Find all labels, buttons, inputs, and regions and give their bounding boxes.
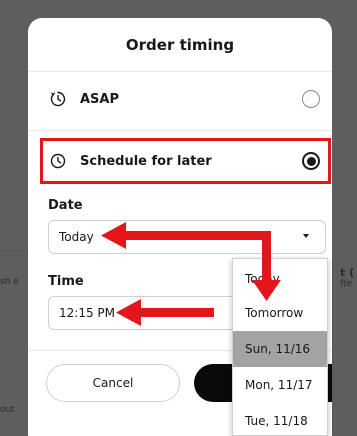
background-text: out: [0, 405, 15, 415]
option-asap-label: ASAP: [80, 92, 120, 107]
divider: [28, 130, 332, 131]
time-label: Time: [48, 274, 84, 289]
dropdown-option[interactable]: Mon, 11/17: [233, 367, 327, 403]
radio-asap[interactable]: [302, 90, 320, 108]
dropdown-option[interactable]: Today: [233, 261, 327, 297]
background-text: fte: [340, 279, 353, 289]
time-select-value: 12:15 PM: [59, 306, 115, 320]
modal-title: Order timing: [125, 36, 235, 54]
dropdown-option-highlighted[interactable]: Sun, 11/16: [233, 331, 327, 367]
date-select[interactable]: Today: [48, 220, 326, 254]
background-divider: [0, 250, 28, 251]
cancel-button[interactable]: Cancel: [46, 364, 180, 402]
annotation-highlight-box: [40, 138, 331, 184]
date-dropdown-list: Today Tomorrow Sun, 11/16 Mon, 11/17 Tue…: [232, 258, 328, 436]
dropdown-option[interactable]: Tomorrow: [233, 295, 327, 331]
date-select-value: Today: [59, 230, 94, 244]
background-text: t (: [340, 266, 355, 279]
caret-down-icon: [303, 234, 309, 238]
divider: [28, 71, 332, 72]
option-asap[interactable]: ASAP: [28, 82, 332, 118]
date-label: Date: [48, 198, 83, 213]
background-text: sh e: [0, 277, 19, 287]
dropdown-option[interactable]: Tue, 11/18: [233, 403, 327, 435]
clock-icon: [50, 91, 66, 107]
